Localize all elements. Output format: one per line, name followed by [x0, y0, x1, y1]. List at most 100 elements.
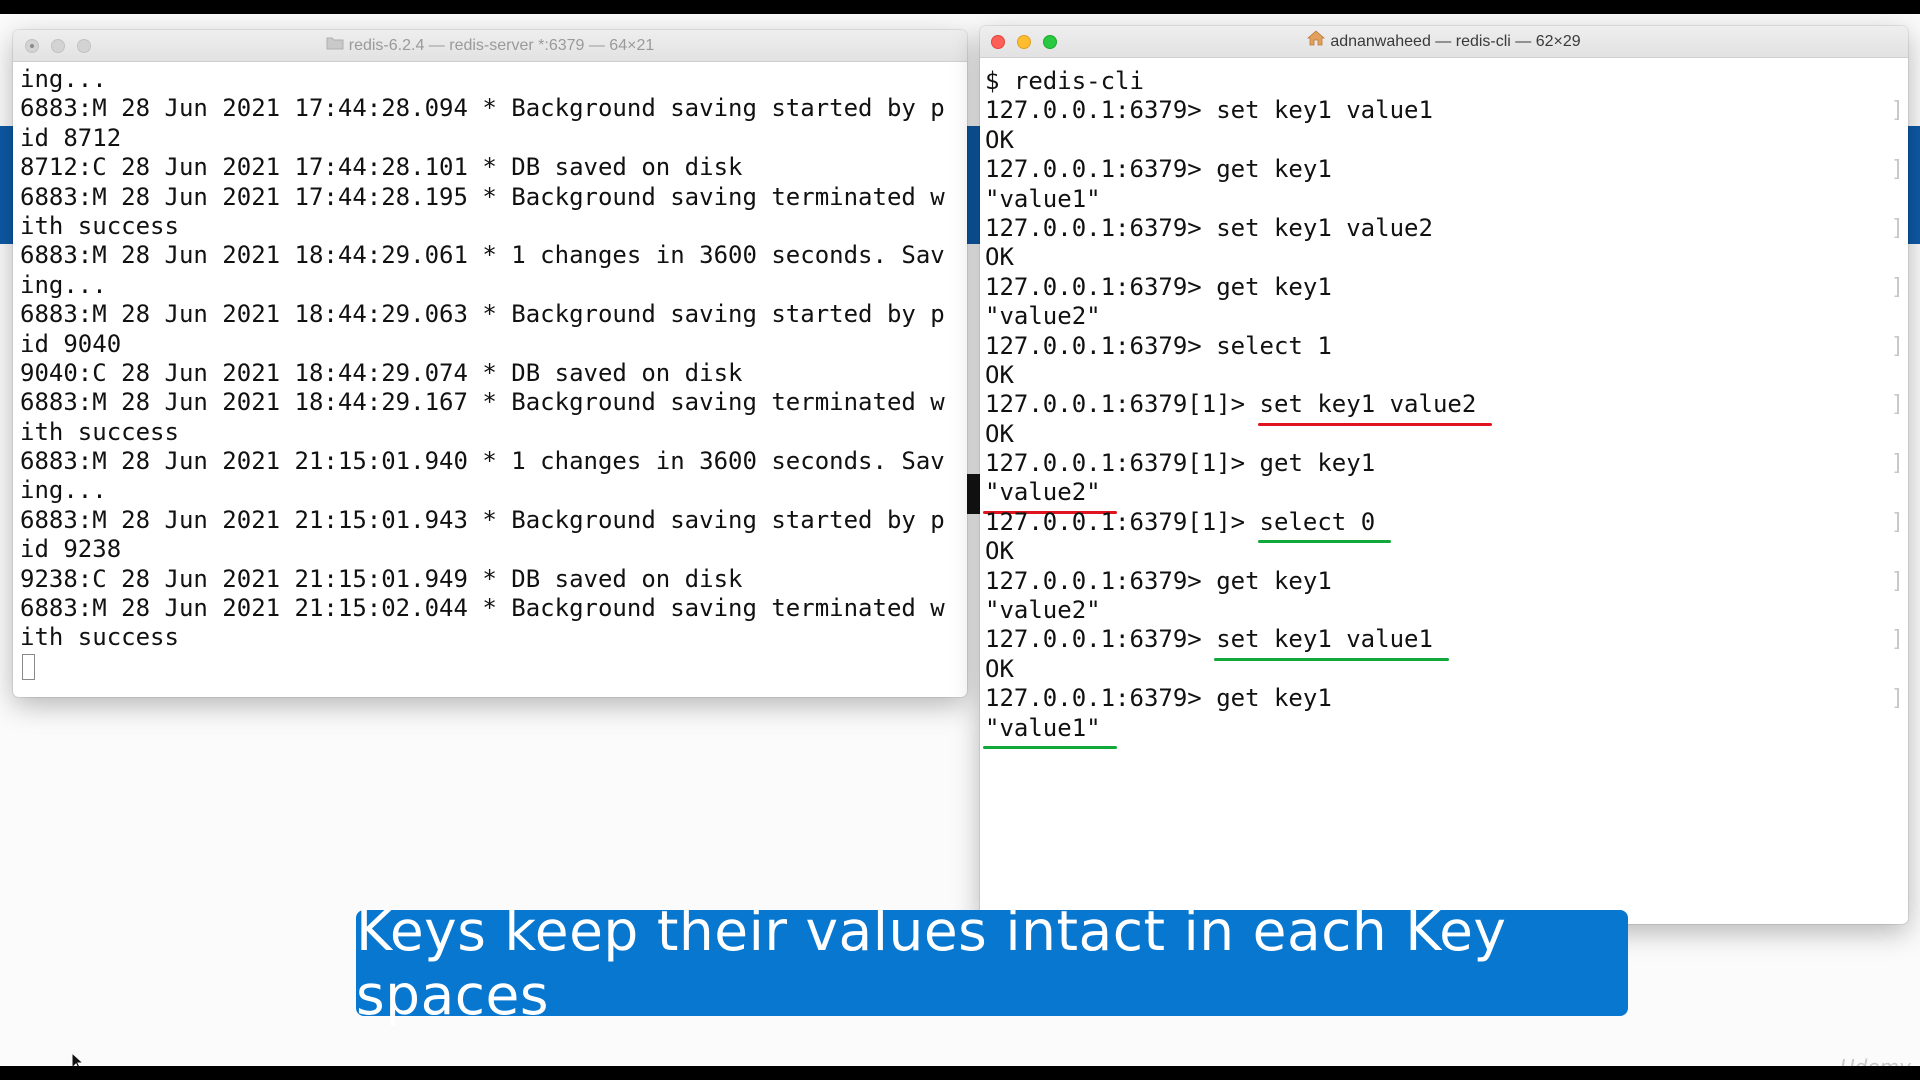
- terminal-line: 9238:C 28 Jun 2021 21:15:01.949 * DB sav…: [20, 564, 743, 593]
- terminal-line: id 9040: [20, 329, 122, 358]
- terminal-line: 127.0.0.1:6379> get key1]: [985, 273, 1908, 302]
- terminal-line: 127.0.0.1:6379> set key1 value1]: [985, 96, 1908, 125]
- terminal-line: "value1": [985, 185, 1908, 214]
- window-title-text: adnanwaheed — redis-cli — 62×29: [1330, 33, 1581, 50]
- desktop: redis-6.2.4 — redis-server *:6379 — 64×2…: [0, 14, 1920, 1066]
- terminal-line: 9040:C 28 Jun 2021 18:44:29.074 * DB sav…: [20, 358, 743, 387]
- line-prefix: 127.0.0.1:6379>: [985, 96, 1217, 125]
- terminal-line: "value2": [985, 596, 1908, 625]
- prompt-line: [20, 653, 967, 682]
- terminal-line: "value2": [985, 302, 1908, 331]
- redis-cli-terminal-window[interactable]: adnanwaheed — redis-cli — 62×29 $ redis-…: [980, 26, 1908, 924]
- line-prefix: "value1": [985, 184, 1101, 213]
- terminal-line: 6883:M 28 Jun 2021 21:15:02.044 * Backgr…: [20, 594, 945, 623]
- terminal-line: 127.0.0.1:6379> get key1]: [985, 567, 1908, 596]
- highlighted-value: "value2": [983, 478, 1117, 515]
- highlighted-command: set key1 value2: [1257, 390, 1493, 427]
- command-text: get key1: [1216, 272, 1332, 301]
- line-prefix: 127.0.0.1:6379[1]>: [985, 390, 1260, 419]
- terminal-line: ing...: [20, 65, 107, 93]
- line-prefix: OK: [985, 243, 1014, 272]
- terminal-output[interactable]: $ redis-cli 127.0.0.1:6379> set key1 valu…: [980, 57, 1908, 924]
- redis-server-terminal-window[interactable]: redis-6.2.4 — redis-server *:6379 — 64×2…: [13, 30, 967, 697]
- terminal-line: 127.0.0.1:6379> select 1]: [985, 332, 1908, 361]
- terminal-line: 127.0.0.1:6379> get key1]: [985, 684, 1908, 713]
- line-mark: ]: [1890, 451, 1904, 477]
- caption-text: Keys keep their values intact in each Ke…: [356, 899, 1507, 1027]
- line-mark: ]: [1890, 274, 1904, 300]
- terminal-line: ith success: [20, 417, 179, 446]
- terminal-line: ith success: [20, 623, 179, 652]
- line-mark: ]: [1890, 509, 1904, 535]
- terminal-output[interactable]: ing... 6883:M 28 Jun 2021 17:44:28.094 * …: [13, 61, 967, 697]
- window-title: redis-6.2.4 — redis-server *:6379 — 64×2…: [13, 30, 967, 61]
- line-prefix: "value2": [985, 596, 1101, 625]
- terminal-line: OK: [985, 361, 1908, 390]
- line-prefix: OK: [985, 419, 1014, 448]
- terminal-line: OK: [985, 243, 1908, 272]
- mouse-pointer-icon: [71, 1051, 85, 1066]
- line-prefix: 127.0.0.1:6379[1]>: [985, 449, 1260, 478]
- terminal-line: 8712:C 28 Jun 2021 17:44:28.101 * DB sav…: [20, 153, 743, 182]
- command-text: set key1 value2: [1216, 213, 1433, 242]
- terminal-line: ith success: [20, 211, 179, 240]
- line-mark: ]: [1890, 392, 1904, 418]
- terminal-line: id 8712: [20, 123, 122, 152]
- command-text: set key1 value1: [1216, 96, 1433, 125]
- terminal-line: id 9238: [20, 535, 122, 564]
- text-cursor: [22, 653, 35, 680]
- folder-icon: [326, 30, 344, 61]
- line-prefix: 127.0.0.1:6379>: [985, 566, 1217, 595]
- terminal-line: OK: [985, 537, 1908, 566]
- titlebar[interactable]: redis-6.2.4 — redis-server *:6379 — 64×2…: [13, 30, 967, 62]
- line-mark: ]: [1890, 215, 1904, 241]
- command-text: get key1: [1216, 684, 1332, 713]
- terminal-line: 6883:M 28 Jun 2021 17:44:28.195 * Backgr…: [20, 182, 945, 211]
- terminal-line: $ redis-cli: [985, 67, 1908, 96]
- line-mark: ]: [1890, 157, 1904, 183]
- terminal-line: 127.0.0.1:6379[1]> select 0]: [985, 507, 1908, 544]
- home-icon: [1307, 26, 1326, 57]
- highlighted-value: "value1": [983, 713, 1117, 750]
- line-prefix: 127.0.0.1:6379>: [985, 272, 1217, 301]
- line-prefix: 127.0.0.1:6379>: [985, 684, 1217, 713]
- line-prefix: $ redis-cli: [985, 67, 1144, 95]
- terminal-line: 127.0.0.1:6379[1]> get key1]: [985, 449, 1908, 478]
- terminal-line: 127.0.0.1:6379> set key1 value2]: [985, 214, 1908, 243]
- line-mark: ]: [1890, 98, 1904, 124]
- terminal-line: ing...: [20, 270, 107, 299]
- line-prefix: 127.0.0.1:6379>: [985, 155, 1217, 184]
- terminal-line: OK: [985, 126, 1908, 155]
- line-prefix: 127.0.0.1:6379>: [985, 625, 1217, 654]
- line-mark: ]: [1890, 627, 1904, 653]
- window-title: adnanwaheed — redis-cli — 62×29: [980, 26, 1908, 57]
- terminal-line: 6883:M 28 Jun 2021 18:44:29.167 * Backgr…: [20, 388, 945, 417]
- caption-banner: Keys keep their values intact in each Ke…: [356, 899, 1628, 1027]
- terminal-line: "value1": [983, 713, 1908, 750]
- terminal-line: 127.0.0.1:6379> get key1]: [985, 155, 1908, 184]
- line-mark: ]: [1890, 686, 1904, 712]
- terminal-line: "value2": [983, 478, 1908, 515]
- terminal-line: 6883:M 28 Jun 2021 17:44:28.094 * Backgr…: [20, 94, 945, 123]
- highlighted-command: select 0: [1257, 507, 1391, 544]
- terminal-line: 6883:M 28 Jun 2021 21:15:01.940 * 1 chan…: [20, 447, 945, 476]
- line-prefix: 127.0.0.1:6379>: [985, 331, 1217, 360]
- terminal-line: ing...: [20, 476, 107, 505]
- command-text: get key1: [1216, 155, 1332, 184]
- titlebar[interactable]: adnanwaheed — redis-cli — 62×29: [980, 26, 1908, 58]
- line-prefix: 127.0.0.1:6379>: [985, 213, 1217, 242]
- line-prefix: OK: [985, 654, 1014, 683]
- terminal-line: OK: [985, 420, 1908, 449]
- terminal-line: 6883:M 28 Jun 2021 18:44:29.063 * Backgr…: [20, 300, 945, 329]
- line-prefix: 127.0.0.1:6379[1]>: [985, 507, 1260, 536]
- line-prefix: OK: [985, 125, 1014, 154]
- command-text: get key1: [1259, 449, 1376, 478]
- line-prefix: OK: [985, 360, 1014, 389]
- command-text: select 1: [1216, 331, 1332, 360]
- terminal-line: 127.0.0.1:6379> set key1 value1]: [985, 625, 1908, 662]
- terminal-line: 6883:M 28 Jun 2021 18:44:29.061 * 1 chan…: [20, 241, 945, 270]
- command-text: get key1: [1216, 566, 1332, 595]
- line-mark: ]: [1890, 568, 1904, 594]
- line-mark: ]: [1890, 333, 1904, 359]
- udemy-watermark: Udemy: [1840, 1055, 1911, 1066]
